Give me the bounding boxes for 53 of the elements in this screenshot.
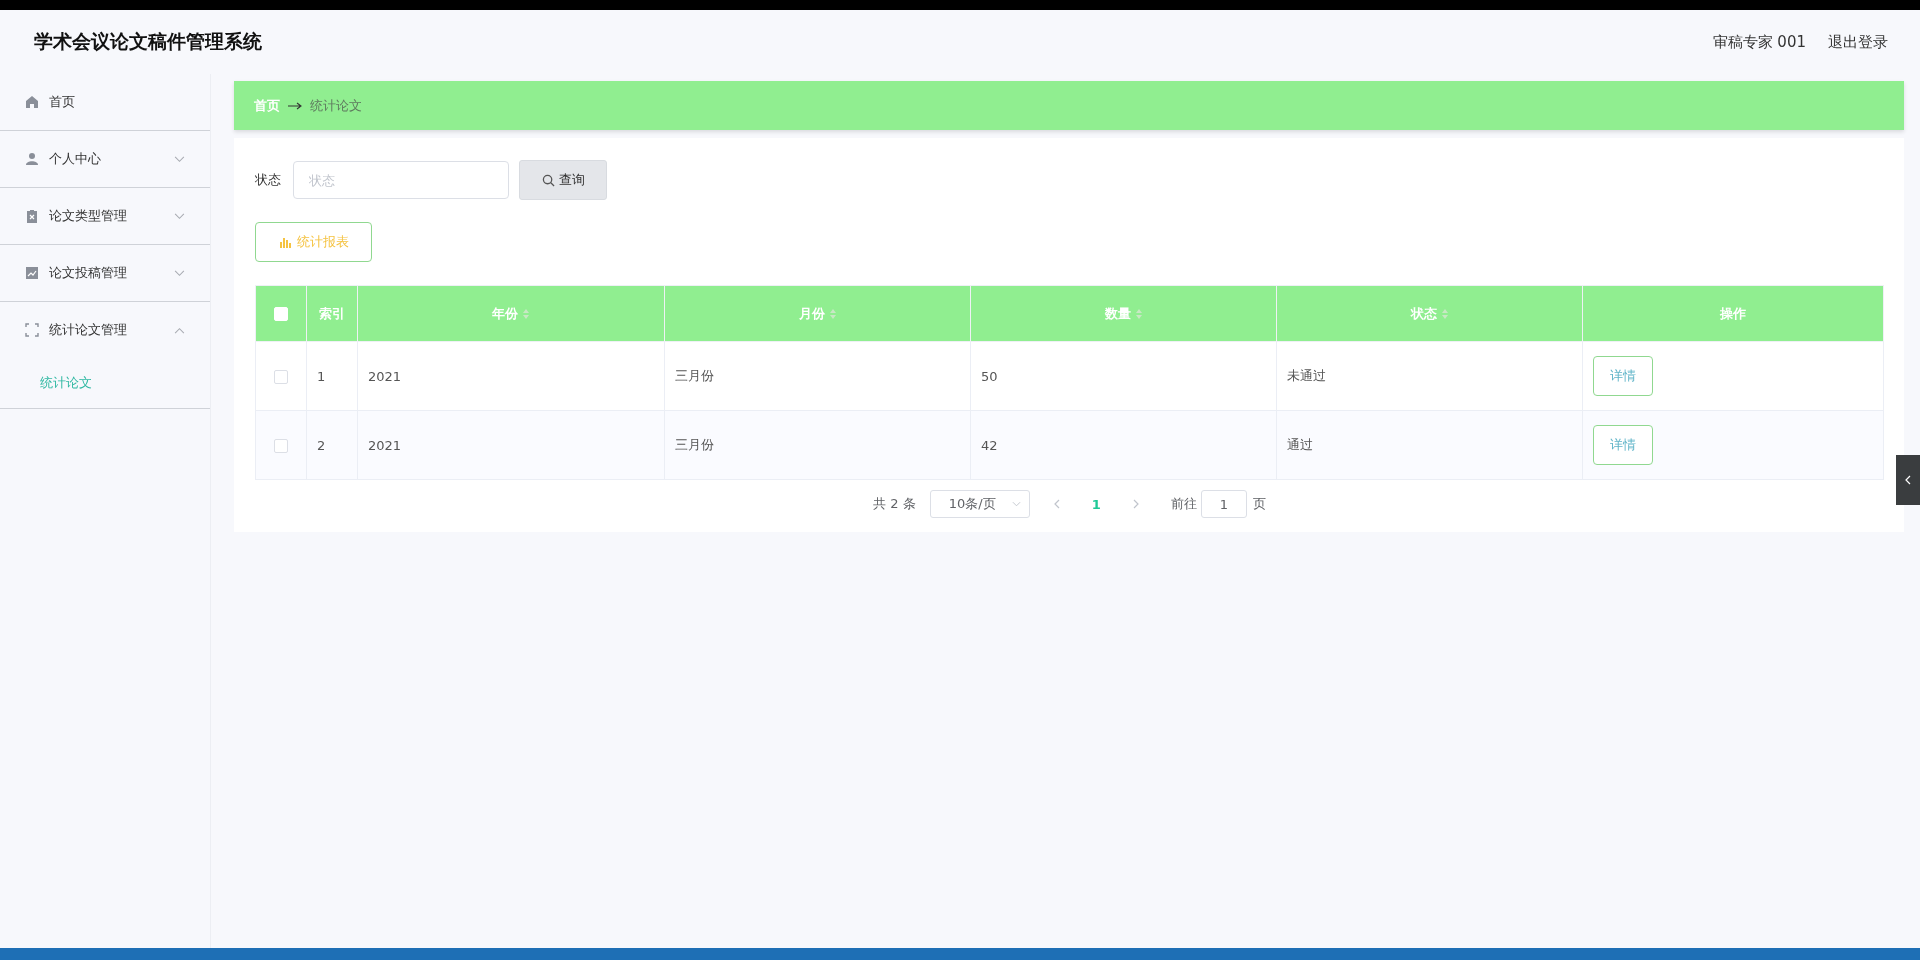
user-name: 审稿专家 001 — [1712, 32, 1806, 52]
goto-page-field[interactable]: 1 — [1200, 490, 1247, 518]
arrow-icon — [288, 101, 302, 110]
select-all-checkbox[interactable] — [274, 307, 288, 322]
user-icon — [25, 152, 39, 166]
table-cell: 2021 — [357, 341, 665, 411]
clipboard-icon — [25, 209, 39, 223]
search-button[interactable]: 查询 — [519, 160, 607, 200]
table-cell: 未通过 — [1276, 341, 1583, 411]
sort-icon[interactable] — [1134, 307, 1143, 320]
table-cell: 50 — [970, 341, 1277, 411]
breadcrumb-item: 统计论文 — [310, 96, 362, 115]
column-header: 状态 — [1276, 285, 1583, 342]
search-icon — [541, 173, 555, 187]
table-cell: 1 — [306, 341, 358, 411]
row-checkbox[interactable] — [274, 369, 288, 384]
table-cell: 三月份 — [664, 410, 971, 480]
sidebar-item[interactable]: 论文类型管理 — [0, 188, 210, 244]
column-header: 年份 — [357, 285, 665, 342]
table-cell: 2021 — [357, 410, 665, 480]
sidebar-item[interactable]: 论文投稿管理 — [0, 245, 210, 301]
page-suffix: 页 — [1252, 495, 1266, 513]
total-count: 共 2 条 — [873, 495, 916, 513]
status-field[interactable]: 状态 — [293, 161, 509, 199]
chevron-icon — [1905, 475, 1911, 485]
column-header: 索引 — [306, 285, 358, 342]
chart-icon — [25, 266, 39, 280]
sidebar-item[interactable]: 统计论文管理 — [0, 302, 210, 358]
caret-icon — [1011, 501, 1021, 507]
sidebar-item[interactable]: 个人中心 — [0, 131, 210, 187]
table-cell: 通过 — [1276, 410, 1583, 480]
column-header: 操作 — [1582, 285, 1884, 342]
column-header: 月份 — [664, 285, 971, 342]
column-header: 数量 — [970, 285, 1277, 342]
frame-icon — [25, 323, 39, 337]
page-size-select[interactable]: 10条/页 — [929, 490, 1030, 518]
app-title: 学术会议论文稿件管理系统 — [34, 29, 262, 54]
row-checkbox[interactable] — [274, 438, 288, 453]
next-page-icon[interactable] — [1132, 499, 1139, 509]
table-cell: 42 — [970, 410, 1277, 480]
goto-label: 前往 — [1170, 495, 1197, 513]
table-cell: 三月份 — [664, 341, 971, 411]
sidebar-item[interactable]: 首页 — [0, 74, 210, 130]
previous-page-icon[interactable] — [1053, 499, 1060, 509]
table-cell: 2 — [306, 410, 358, 480]
collapse-tab[interactable] — [1896, 455, 1920, 505]
sort-icon[interactable] — [522, 307, 530, 320]
sort-icon[interactable] — [828, 307, 837, 320]
status-label: 状态 — [255, 171, 281, 189]
logout-link[interactable]: 退出登录 — [1828, 32, 1888, 52]
bar-chart-icon — [278, 236, 291, 248]
home-icon — [25, 95, 39, 109]
sort-icon[interactable] — [1440, 307, 1449, 320]
